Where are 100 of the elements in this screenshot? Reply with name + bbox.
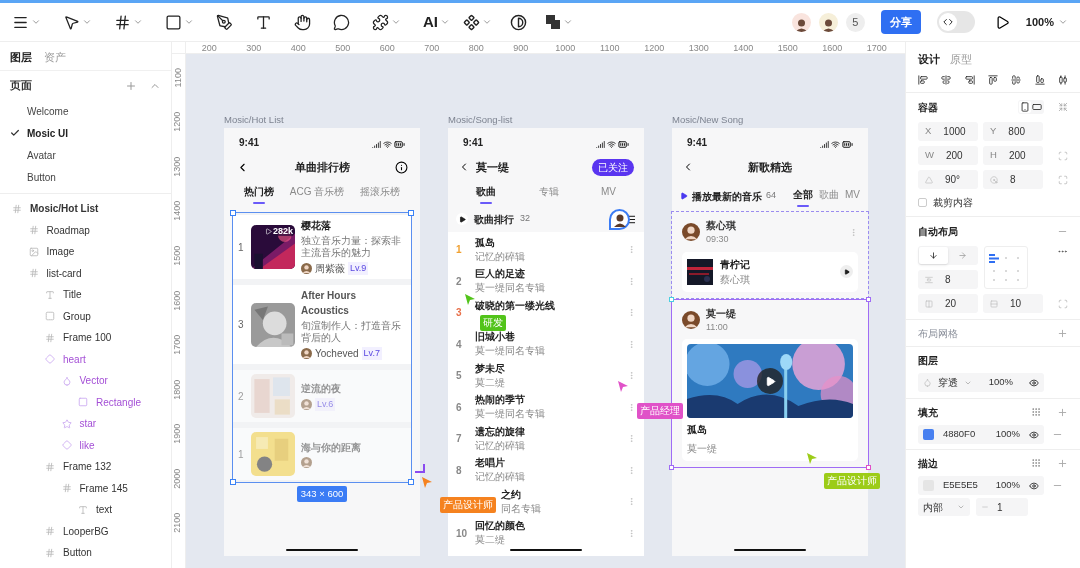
song-title: 旧城小巷	[475, 331, 516, 344]
number-field[interactable]: X 1000	[918, 122, 978, 141]
layer-name: Mosic/Hot List	[30, 202, 99, 217]
field-value: 1000	[943, 125, 966, 139]
page-name: Button	[27, 170, 56, 185]
tab[interactable]: 歌曲	[819, 186, 839, 209]
size-label: 343 × 600	[296, 486, 348, 503]
song-title: 海与你的距离	[301, 441, 362, 455]
field-label: H	[990, 148, 997, 163]
number-field[interactable]: 20	[918, 294, 978, 313]
album-name: 莫一缇同名专辑	[475, 408, 545, 421]
layer-row[interactable]: Frame 132	[0, 456, 171, 478]
song-title: 樱花落	[301, 219, 332, 233]
layer-row[interactable]: list-card	[0, 262, 171, 284]
chart-card[interactable]: 1 282k 樱花落 独立音乐力量：探索非主流音乐的魅力 周紫薇 Lv.9	[233, 215, 411, 279]
song-title: 孤岛	[687, 423, 708, 437]
tab[interactable]: 歌曲	[476, 184, 496, 206]
cursor-name-tooltip: 产品设计师	[440, 497, 496, 513]
field-value: 8	[1010, 173, 1016, 187]
panel-tab[interactable]: 设计	[918, 52, 940, 68]
field-value: 8	[945, 273, 951, 287]
stroke-position-dropdown[interactable]: 内部	[918, 498, 970, 516]
layer-row[interactable]: like	[0, 434, 171, 456]
song-title: 逆流的夜	[301, 381, 342, 396]
layer-row[interactable]: Vector	[0, 370, 171, 392]
page-item[interactable]: Button	[0, 166, 171, 188]
song-count: 32	[520, 212, 530, 226]
song-count: 64	[766, 189, 776, 203]
layer-row[interactable]: Roadmap	[0, 219, 171, 241]
tool-button[interactable]: AI	[419, 6, 454, 38]
layer-row[interactable]: Title	[0, 284, 171, 306]
panel-tab[interactable]: 图层	[10, 50, 32, 66]
layer-row[interactable]: Group	[0, 305, 171, 327]
section-title: 播放最新的音乐	[692, 189, 762, 204]
color-field[interactable]: 4880F0 100%	[918, 425, 1044, 444]
post-card[interactable]: 蔡心琪 09:30 青柠记 蔡心琪	[671, 211, 869, 299]
song-title: 孤岛	[475, 236, 496, 249]
tab[interactable]: 摇滚乐榜	[360, 184, 401, 206]
page-item[interactable]: Welcome	[0, 100, 171, 122]
number-field[interactable]: Y 800	[983, 122, 1043, 141]
layer-row[interactable]: Rectangle	[0, 391, 171, 413]
album-name: 同名专辑	[501, 502, 541, 515]
number-field[interactable]: W 200	[918, 146, 978, 165]
page-name: Mosic UI	[27, 126, 69, 141]
ruler-mark: 1200	[171, 111, 184, 132]
rank-number: 4	[456, 337, 463, 352]
ruler-mark: 1600	[171, 290, 184, 311]
opacity-value: 100%	[995, 478, 1021, 493]
layer-row[interactable]: text	[0, 499, 171, 521]
ruler-mark: 2100	[171, 513, 184, 534]
number-field[interactable]: H 200	[983, 146, 1043, 165]
blend-field[interactable]: 穿透 100%	[918, 373, 1044, 392]
number-field[interactable]: 90°	[918, 170, 978, 189]
ruler-mark: 1200	[643, 42, 666, 53]
ruler-mark: 500	[334, 42, 352, 53]
tab[interactable]: 全部	[793, 186, 813, 209]
cursor-name-tooltip: 产品设计师	[824, 473, 880, 489]
page-item[interactable]: Avatar	[0, 144, 171, 166]
song-title: 巨人的足迹	[475, 268, 526, 281]
rank-number: 7	[456, 432, 463, 447]
chart-card[interactable]: 3 After Hours Acoustics 旬渲制作人：打造音乐背后的人 Yocheved Lv.7	[233, 285, 411, 364]
layer-row[interactable]: Mosic/Hot List	[0, 198, 171, 220]
checkbox-label: 裁剪内容	[933, 196, 973, 210]
follow-button[interactable]: 已关注	[592, 158, 634, 176]
tab[interactable]: 热门榜	[243, 184, 274, 206]
color-field[interactable]: E5E5E5 100%	[918, 476, 1044, 495]
song-card[interactable]: 青柠记 蔡心琪	[682, 251, 858, 292]
ruler-mark: 1300	[171, 156, 184, 177]
layer-row[interactable]: LooperBG	[0, 520, 171, 542]
collaborator-count[interactable]: 5	[845, 12, 865, 32]
section-title: 描边	[918, 456, 938, 471]
level-tag: Lv.7	[361, 346, 382, 361]
album-name: 记忆的碎辑	[475, 439, 525, 452]
play-count: 282k	[272, 226, 293, 236]
author-name: Yocheved	[315, 347, 359, 361]
zoom-dropdown[interactable]: 100%	[1025, 13, 1068, 31]
number-field[interactable]: 8	[918, 270, 978, 289]
layer-row[interactable]: Image	[0, 241, 171, 263]
layer-row[interactable]: star	[0, 413, 171, 435]
layer-row[interactable]: Frame 100	[0, 327, 171, 349]
ruler-mark: 1100	[171, 67, 184, 87]
level-tag: Lv.6	[315, 397, 336, 412]
layer-row[interactable]: heart	[0, 348, 171, 370]
number-field[interactable]: 8	[983, 170, 1043, 189]
song-description: 旬渲制作人：打造音乐背后的人	[301, 320, 402, 344]
page-name: Avatar	[27, 148, 56, 163]
number-field[interactable]: 10	[983, 294, 1043, 313]
ruler-mark: 1400	[732, 42, 755, 53]
tab[interactable]: 专辑	[538, 184, 559, 206]
cursor-name-tooltip: 产品经理	[637, 403, 683, 419]
hex-value: 4880F0	[942, 427, 977, 442]
page-item[interactable]: Mosic UI	[0, 122, 171, 144]
video-card[interactable]: 孤岛 莫一缇	[682, 339, 858, 461]
layer-row[interactable]: Button	[0, 542, 171, 564]
stroke-width-field[interactable]: 1	[976, 498, 1028, 516]
share-button[interactable]: 分享	[880, 10, 921, 34]
hex-value: E5E5E5	[942, 478, 979, 493]
layer-row[interactable]: Frame 145	[0, 477, 171, 499]
rank-number: 5	[456, 369, 463, 384]
rank-number: 8	[456, 463, 463, 478]
